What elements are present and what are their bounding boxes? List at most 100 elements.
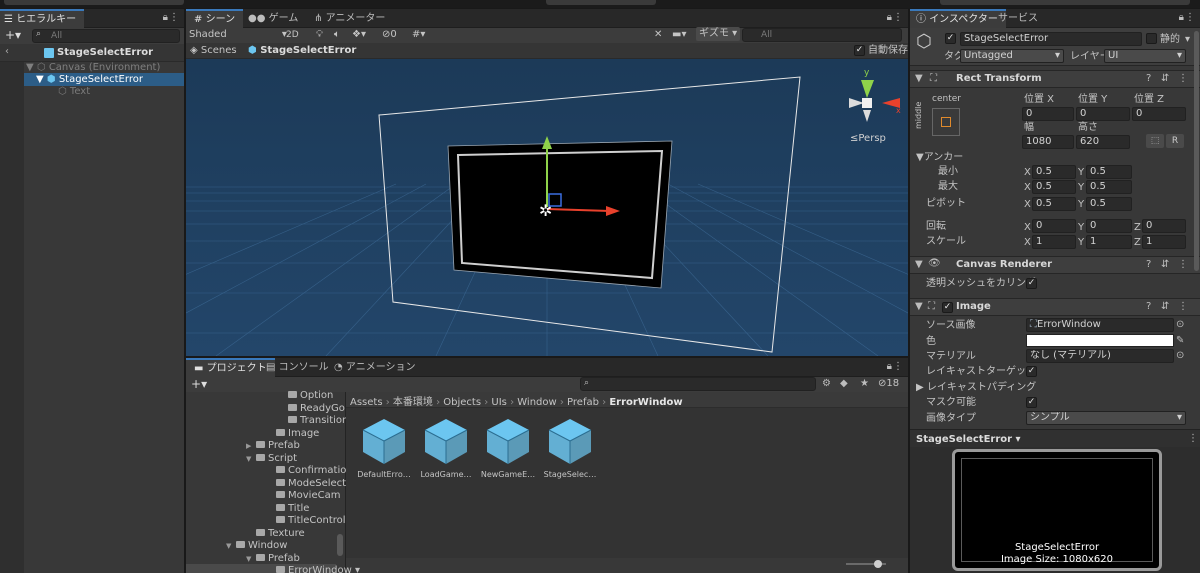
toolbar-tool-buttons[interactable] xyxy=(4,0,184,5)
anchor-min-x-field[interactable]: 0.5 xyxy=(1032,165,1076,179)
project-tree-item[interactable]: Confirmation xyxy=(186,464,353,477)
preview-title-dropdown[interactable]: StageSelectError ▾ xyxy=(916,433,1021,446)
width-field[interactable]: 1080 xyxy=(1022,135,1074,149)
more-menu-icon[interactable]: ⋮ xyxy=(893,361,903,372)
lock-icon[interactable]: 🔒︎ xyxy=(1179,12,1184,23)
lock-icon[interactable]: 🔒︎ xyxy=(887,361,892,372)
project-tree-item[interactable]: Title xyxy=(186,502,336,515)
tag-dropdown[interactable]: Untagged ▾ xyxy=(960,49,1064,63)
asset-tile[interactable]: StageSelec… xyxy=(542,416,598,486)
project-tree-item[interactable]: Transition xyxy=(186,414,348,427)
foldout-arrow-icon[interactable]: ▼ xyxy=(915,73,923,84)
lock-icon[interactable]: 🔒︎ xyxy=(887,12,892,23)
image-enabled-checkbox[interactable]: ✓ xyxy=(942,302,953,313)
project-tree-item[interactable]: ModeSelect xyxy=(186,477,346,490)
play-buttons[interactable] xyxy=(546,0,656,5)
asset-path-segment[interactable]: 本番環境 xyxy=(393,397,433,408)
project-tree-item[interactable]: ▼ Window xyxy=(186,539,336,552)
project-tree-item[interactable]: ▼ Script xyxy=(186,452,336,465)
help-icon[interactable]: ? xyxy=(1146,73,1151,84)
project-search-input[interactable] xyxy=(580,377,816,391)
gizmos-dropdown[interactable]: ギズモ ▾ xyxy=(696,27,741,41)
more-menu-icon[interactable]: ⋮ xyxy=(1185,12,1195,23)
grid-toggle-icon[interactable]: #▾ xyxy=(412,26,425,44)
asset-path-segment[interactable]: Objects xyxy=(443,397,481,408)
more-menu-icon[interactable]: ⋮ xyxy=(1178,259,1188,270)
expand-arrow-icon[interactable]: ▼ xyxy=(26,62,34,73)
scene-search-input[interactable]: All xyxy=(742,28,902,42)
project-tree-item[interactable]: ▼ Prefab xyxy=(186,552,336,565)
pos-y-field[interactable]: 0 xyxy=(1076,107,1130,121)
eyedropper-icon[interactable]: ✎ xyxy=(1176,335,1184,346)
static-checkbox[interactable] xyxy=(1146,33,1157,44)
object-picker-icon[interactable]: ⊙ xyxy=(1176,350,1184,361)
asset-tile[interactable]: LoadGame… xyxy=(418,416,474,486)
anchor-presets-button[interactable] xyxy=(932,108,960,136)
layer-dropdown[interactable]: UI ▾ xyxy=(1104,49,1186,63)
hierarchy-item-stageselecterror[interactable]: ▼ ⬢ StageSelectError xyxy=(24,73,184,86)
canvas-renderer-header[interactable]: ▼ 👁︎ Canvas Renderer ? ⇵ ⋮ xyxy=(910,256,1200,274)
project-tree-item[interactable]: ReadyGo xyxy=(186,402,345,415)
help-icon[interactable]: ? xyxy=(1146,259,1151,270)
lock-icon[interactable]: 🔒︎ xyxy=(163,12,168,23)
anchor-max-x-field[interactable]: 0.5 xyxy=(1032,180,1076,194)
anchor-min-y-field[interactable]: 0.5 xyxy=(1086,165,1132,179)
error-window-sprite[interactable] xyxy=(447,140,673,289)
hidden-objects-toggle[interactable]: ⊘0 xyxy=(382,26,397,44)
chevron-down-icon[interactable]: ▾ xyxy=(1185,33,1190,46)
more-menu-icon[interactable]: ⋮ xyxy=(1178,73,1188,84)
filter-type-icon[interactable]: ⚙︎ xyxy=(822,378,831,389)
project-tree-item[interactable]: MovieCam xyxy=(186,489,340,502)
tab-hierarchy[interactable]: ☰ ヒエラルキー xyxy=(0,9,85,28)
asset-path-segment[interactable]: Window xyxy=(517,397,556,408)
breadcrumb-stageselecterror[interactable]: ⬢ StageSelectError xyxy=(248,42,356,60)
asset-path-segment[interactable]: ErrorWindow xyxy=(609,397,682,408)
more-menu-icon[interactable]: ⋮ xyxy=(1178,301,1188,312)
tools-icon[interactable]: ✕ xyxy=(654,26,662,44)
color-swatch[interactable] xyxy=(1026,334,1174,347)
rotation-x-field[interactable]: 0 xyxy=(1032,219,1076,233)
anchors-foldout[interactable]: ▼アンカー xyxy=(916,151,963,164)
pivot-x-field[interactable]: 0.5 xyxy=(1032,197,1076,211)
anchor-max-y-field[interactable]: 0.5 xyxy=(1086,180,1132,194)
blueprint-mode-button[interactable]: ⬚ xyxy=(1146,134,1164,148)
tree-scrollbar[interactable] xyxy=(337,534,343,556)
hidden-packages-toggle[interactable]: ⊘18 xyxy=(878,375,899,393)
pos-z-field[interactable]: 0 xyxy=(1132,107,1186,121)
camera-icon[interactable]: ▬▾ xyxy=(672,26,686,44)
tab-animation[interactable]: ◔ アニメーション xyxy=(326,358,424,377)
asset-path-segment[interactable]: UIs xyxy=(491,397,506,408)
rotation-z-field[interactable]: 0 xyxy=(1142,219,1186,233)
zoom-slider[interactable] xyxy=(846,560,886,568)
cull-transparent-mesh-checkbox[interactable]: ✓ xyxy=(1026,278,1037,289)
raycast-target-checkbox[interactable]: ✓ xyxy=(1026,366,1037,377)
scale-z-field[interactable]: 1 xyxy=(1142,235,1186,249)
height-field[interactable]: 620 xyxy=(1076,135,1130,149)
presets-icon[interactable]: ⇵ xyxy=(1161,259,1169,270)
expand-arrow-icon[interactable]: ▼ xyxy=(36,74,44,85)
auto-save-checkbox[interactable]: ✓ xyxy=(854,45,865,56)
account-buttons[interactable] xyxy=(940,0,1190,5)
presets-icon[interactable]: ⇵ xyxy=(1161,73,1169,84)
object-picker-icon[interactable]: ⊙ xyxy=(1176,319,1184,330)
project-tree-item[interactable]: Option xyxy=(186,389,336,402)
project-tree-item[interactable]: TitleControl xyxy=(186,514,346,527)
active-checkbox[interactable]: ✓ xyxy=(945,33,956,44)
project-tree-item[interactable]: ▶ Prefab xyxy=(186,439,336,452)
rect-transform-header[interactable]: ▼ ⛶ Rect Transform ? ⇵ ⋮ xyxy=(910,70,1200,88)
source-image-field[interactable]: ⛶ErrorWindow xyxy=(1026,318,1174,332)
asset-tile[interactable]: NewGameE… xyxy=(480,416,536,486)
persp-label[interactable]: ≤Persp xyxy=(850,133,886,144)
tab-services[interactable]: サービス xyxy=(990,9,1046,28)
asset-path-segment[interactable]: Prefab xyxy=(567,397,599,408)
foldout-arrow-icon[interactable]: ▼ xyxy=(915,259,923,270)
add-icon[interactable]: +▾ xyxy=(5,28,21,42)
foldout-arrow-icon[interactable]: ▼ xyxy=(915,301,923,312)
more-menu-icon[interactable]: ⋮ xyxy=(1188,433,1198,444)
back-chevron-icon[interactable]: ‹ xyxy=(5,46,9,57)
asset-path-segment[interactable]: Assets xyxy=(350,397,383,408)
material-field[interactable]: なし (マテリアル) xyxy=(1026,349,1174,363)
rotation-y-field[interactable]: 0 xyxy=(1086,219,1132,233)
image-component-header[interactable]: ▼ ⛶ ✓ Image ? ⇵ ⋮ xyxy=(910,298,1200,316)
hierarchy-item-text[interactable]: ⬡ Text xyxy=(58,85,90,98)
